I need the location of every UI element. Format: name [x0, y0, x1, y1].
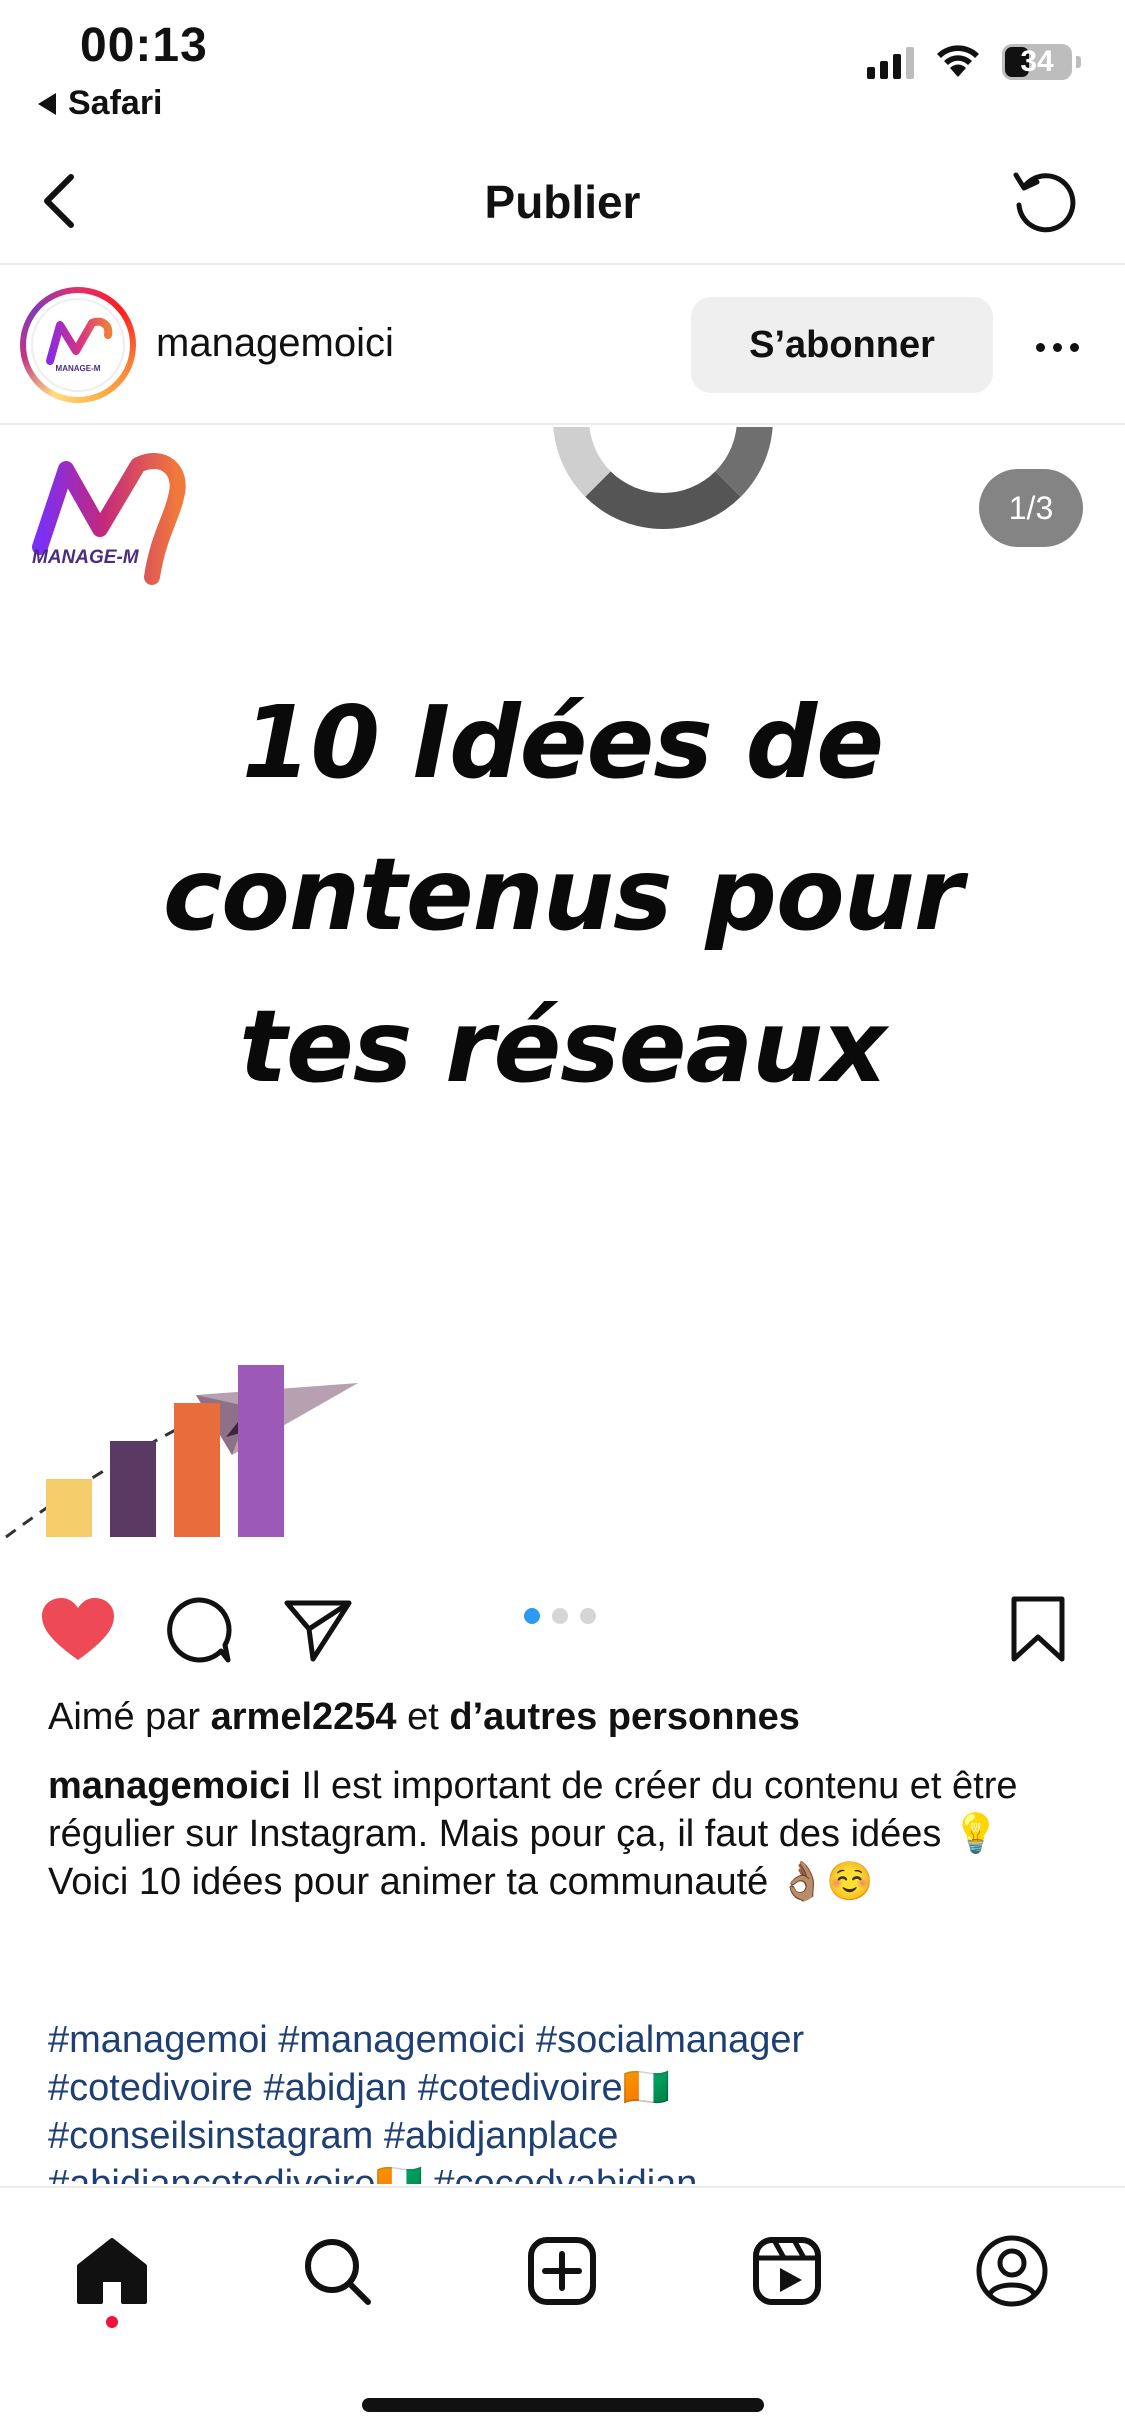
status-time: 00:13	[80, 19, 208, 72]
save-button[interactable]	[998, 1590, 1078, 1670]
subscribe-button[interactable]: S’abonner	[691, 297, 993, 393]
tab-create[interactable]	[517, 2226, 607, 2316]
decorative-ring-shape	[553, 427, 773, 529]
comment-icon	[167, 1597, 232, 1663]
likes-summary[interactable]: Aimé par armel2254 et d’autres personnes	[48, 1696, 800, 1739]
manage-moi-logo-icon: MANAGE-M	[46, 317, 113, 373]
carousel-dot	[524, 1608, 540, 1624]
home-indicator	[362, 2398, 764, 2412]
back-triangle-icon	[38, 92, 56, 115]
heart-icon	[42, 1598, 114, 1660]
navigation-bar: Publier	[0, 140, 1125, 265]
post-actions	[0, 1560, 1125, 1690]
search-icon	[305, 2239, 371, 2305]
page-title: Publier	[484, 176, 641, 228]
likes-middle: et	[407, 1696, 439, 1738]
growth-chart-illustration	[5, 1365, 358, 1539]
avatar[interactable]: MANAGE-M	[20, 287, 136, 403]
send-icon	[284, 1600, 352, 1662]
illustration-bar	[110, 1441, 156, 1537]
bar-group	[46, 1365, 284, 1537]
reels-icon	[753, 2237, 821, 2305]
battery-percentage: 34	[1020, 45, 1054, 78]
carousel-pagination	[524, 1608, 596, 1624]
comment-button[interactable]	[158, 1590, 238, 1670]
manage-moi-logo: MANAGE-M	[32, 453, 186, 585]
battery-icon: 34	[1002, 44, 1072, 80]
status-indicators: 34	[867, 44, 1081, 80]
wifi-icon	[937, 45, 979, 77]
tab-reels[interactable]	[742, 2226, 832, 2316]
profile-icon	[976, 2235, 1048, 2307]
headline-line-1: 10 Idées de	[241, 684, 884, 801]
like-button[interactable]	[38, 1590, 118, 1670]
tab-profile[interactable]	[967, 2226, 1057, 2316]
liked-by-user[interactable]: armel2254	[211, 1696, 397, 1738]
create-icon	[528, 2237, 596, 2305]
slide-counter-badge: 1/3	[979, 469, 1083, 547]
avatar-logo-text: MANAGE-M	[56, 364, 101, 373]
hashtag-block[interactable]: #managemoi #managemoici #socialmanager #…	[48, 2016, 1098, 2184]
more-options-button[interactable]	[1027, 317, 1087, 377]
cellular-signal-icon	[867, 45, 914, 79]
illustration-bar	[46, 1479, 92, 1537]
hashtag-line-2[interactable]: #cotedivoire #abidjan #cotedivoire🇨🇮	[48, 2064, 1098, 2112]
tab-search[interactable]	[292, 2226, 382, 2316]
carousel-dot	[552, 1608, 568, 1624]
refresh-icon	[1013, 172, 1076, 233]
post-username[interactable]: managemoici	[156, 321, 394, 366]
post-image[interactable]: MANAGE-M 1/3 10 Idées de contenus pour t…	[0, 427, 1125, 1552]
tab-home[interactable]	[67, 2226, 157, 2316]
caption-username[interactable]: managemoici	[48, 1765, 291, 1807]
hashtag-line-1[interactable]: #managemoi #managemoici #socialmanager	[48, 2016, 1098, 2064]
back-app-label: Safari	[68, 84, 163, 122]
post-headline: 10 Idées de contenus pour tes réseaux	[0, 667, 1125, 1123]
bookmark-icon	[1011, 1596, 1065, 1662]
illustration-bar	[174, 1403, 220, 1537]
caption-text-2: Voici 10 idées pour animer ta communauté…	[48, 1861, 874, 1903]
headline-line-3: tes réseaux	[239, 988, 887, 1105]
refresh-button[interactable]	[1005, 160, 1085, 240]
hashtag-line-3[interactable]: #conseilsinstagram #abidjanplace	[48, 2112, 1098, 2160]
carousel-dot	[580, 1608, 596, 1624]
illustration-bar	[238, 1365, 284, 1537]
headline-line-2: contenus pour	[162, 836, 963, 953]
likes-prefix: Aimé par	[48, 1696, 201, 1738]
post-logo-text: MANAGE-M	[32, 547, 140, 568]
share-button[interactable]	[278, 1590, 358, 1670]
hashtag-line-4[interactable]: #abidjancotedivoire🇨🇮 #cocodyabidjan	[48, 2160, 1098, 2184]
home-notification-dot	[106, 2316, 118, 2328]
post-caption: managemoici Il est important de créer du…	[48, 1762, 1088, 1906]
home-icon	[77, 2238, 147, 2304]
post-header: MANAGE-M managemoici S’abonner	[0, 267, 1125, 425]
others-link[interactable]: d’autres personnes	[449, 1696, 800, 1738]
back-to-app-link[interactable]: Safari	[38, 84, 163, 123]
more-dot-icon	[1035, 342, 1045, 352]
